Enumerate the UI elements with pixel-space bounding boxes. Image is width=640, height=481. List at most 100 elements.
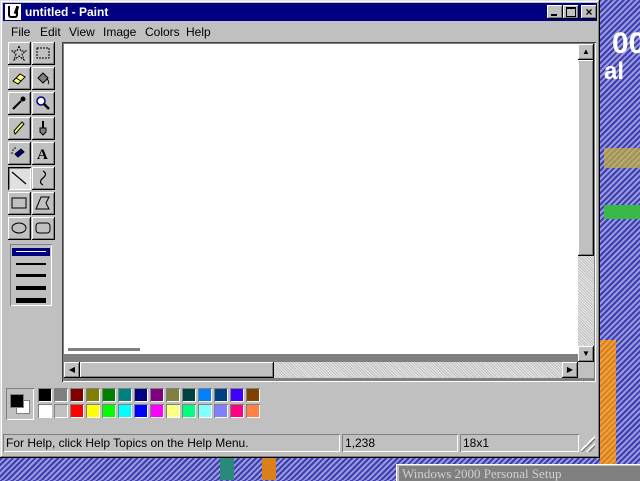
color-swatch[interactable] bbox=[118, 404, 132, 418]
color-swatch[interactable] bbox=[198, 404, 212, 418]
color-swatch[interactable] bbox=[70, 404, 84, 418]
color-swatch[interactable] bbox=[54, 404, 68, 418]
vertical-scroll-thumb[interactable] bbox=[578, 60, 594, 256]
brush-tool[interactable] bbox=[32, 117, 55, 140]
desktop-wallpaper-text: 00 al bbox=[604, 27, 640, 88]
foreground-color bbox=[10, 394, 24, 408]
drawing-canvas[interactable] bbox=[64, 44, 578, 354]
curve-tool[interactable] bbox=[32, 167, 55, 190]
line-width-3[interactable] bbox=[16, 274, 46, 277]
scroll-right-button[interactable]: ▶ bbox=[562, 362, 578, 378]
menu-image[interactable]: Image bbox=[98, 24, 141, 40]
color-swatch[interactable] bbox=[102, 404, 116, 418]
line-tool[interactable] bbox=[8, 167, 31, 190]
color-swatch[interactable] bbox=[198, 388, 212, 402]
dashed-rect-icon bbox=[36, 47, 50, 59]
rounded-rectangle-tool[interactable] bbox=[32, 217, 55, 240]
canvas-stroke bbox=[68, 348, 140, 351]
color-swatch[interactable] bbox=[134, 404, 148, 418]
maximize-icon bbox=[566, 7, 576, 17]
fill-tool[interactable] bbox=[32, 67, 55, 90]
color-swatch[interactable] bbox=[150, 404, 164, 418]
ellipse-icon bbox=[11, 222, 27, 234]
horizontal-scrollbar[interactable]: ◀ ▶ bbox=[64, 362, 578, 378]
color-swatch[interactable] bbox=[214, 388, 228, 402]
color-swatch[interactable] bbox=[182, 388, 196, 402]
color-swatch[interactable] bbox=[38, 388, 52, 402]
menu-view[interactable]: View bbox=[64, 24, 100, 40]
select-tool[interactable] bbox=[32, 42, 55, 65]
rectangle-tool[interactable] bbox=[8, 192, 31, 215]
rectangle-icon bbox=[11, 197, 27, 209]
canvas-area: ▲ ▼ ◀ ▶ bbox=[62, 42, 596, 382]
paint-bucket-icon bbox=[37, 72, 50, 85]
scroll-left-button[interactable]: ◀ bbox=[64, 362, 80, 378]
free-form-select-tool[interactable] bbox=[8, 42, 31, 65]
status-help-text: For Help, click Help Topics on the Help … bbox=[3, 434, 340, 452]
color-swatch[interactable] bbox=[38, 404, 52, 418]
eraser-icon bbox=[12, 73, 26, 85]
color-swatch[interactable] bbox=[214, 404, 228, 418]
color-swatch[interactable] bbox=[230, 388, 244, 402]
airbrush-icon bbox=[11, 147, 25, 158]
menu-bar: File Edit View Image Colors Help bbox=[3, 22, 597, 42]
color-swatch[interactable] bbox=[246, 388, 260, 402]
wallpaper-fragment-1: 00 bbox=[612, 27, 640, 60]
line-width-4[interactable] bbox=[16, 286, 46, 290]
current-colors bbox=[6, 388, 34, 420]
menu-file[interactable]: File bbox=[6, 24, 35, 40]
color-swatch[interactable] bbox=[86, 388, 100, 402]
toolbox: A bbox=[4, 42, 58, 312]
pick-color-tool[interactable] bbox=[8, 92, 31, 115]
setup-window-title[interactable]: Windows 2000 Personal Setup bbox=[399, 466, 640, 481]
title-bar[interactable]: untitled - Paint × bbox=[3, 3, 597, 21]
color-swatch[interactable] bbox=[166, 404, 180, 418]
scroll-corner bbox=[578, 362, 594, 378]
window-title: untitled - Paint bbox=[25, 5, 109, 19]
color-swatch[interactable] bbox=[166, 388, 180, 402]
line-width-5[interactable] bbox=[16, 298, 46, 303]
pencil-tool[interactable] bbox=[8, 117, 31, 140]
polygon-icon bbox=[35, 196, 50, 210]
paint-window: untitled - Paint × File Edit View Image … bbox=[0, 0, 600, 458]
close-button[interactable]: × bbox=[581, 5, 597, 19]
close-icon: × bbox=[585, 5, 593, 19]
menu-colors[interactable]: Colors bbox=[140, 24, 185, 40]
horizontal-scroll-thumb[interactable] bbox=[80, 362, 274, 378]
setup-window[interactable]: Windows 2000 Personal Setup bbox=[396, 464, 640, 481]
color-swatch[interactable] bbox=[230, 404, 244, 418]
ellipse-tool[interactable] bbox=[8, 217, 31, 240]
pencil-icon bbox=[13, 121, 25, 135]
paint-app-icon[interactable] bbox=[5, 4, 21, 20]
scroll-up-button[interactable]: ▲ bbox=[578, 44, 594, 60]
status-coordinates: 1,238 bbox=[342, 434, 458, 452]
color-swatch[interactable] bbox=[134, 388, 148, 402]
eraser-tool[interactable] bbox=[8, 67, 31, 90]
menu-edit[interactable]: Edit bbox=[35, 24, 66, 40]
scroll-down-button[interactable]: ▼ bbox=[578, 346, 594, 362]
star-select-icon bbox=[11, 45, 27, 61]
color-swatch[interactable] bbox=[246, 404, 260, 418]
color-swatch[interactable] bbox=[86, 404, 100, 418]
color-swatch[interactable] bbox=[70, 388, 84, 402]
maximize-button[interactable] bbox=[563, 5, 579, 19]
color-swatch[interactable] bbox=[102, 388, 116, 402]
magnifier-tool[interactable] bbox=[32, 92, 55, 115]
polygon-tool[interactable] bbox=[32, 192, 55, 215]
airbrush-tool[interactable] bbox=[8, 142, 31, 165]
line-width-1[interactable] bbox=[16, 251, 46, 252]
color-swatch[interactable] bbox=[118, 388, 132, 402]
color-swatch[interactable] bbox=[54, 388, 68, 402]
color-swatch[interactable] bbox=[182, 404, 196, 418]
minimize-icon bbox=[551, 14, 557, 16]
wallpaper-stripe bbox=[600, 340, 616, 464]
wallpaper-stripe bbox=[604, 205, 640, 219]
minimize-button[interactable] bbox=[547, 5, 563, 19]
color-swatch[interactable] bbox=[150, 388, 164, 402]
wallpaper-block bbox=[262, 458, 276, 480]
vertical-scrollbar[interactable]: ▲ ▼ bbox=[578, 44, 594, 362]
menu-help[interactable]: Help bbox=[181, 24, 216, 40]
line-width-2[interactable] bbox=[16, 263, 46, 265]
resize-grip[interactable] bbox=[581, 436, 595, 452]
text-tool[interactable]: A bbox=[32, 142, 55, 165]
